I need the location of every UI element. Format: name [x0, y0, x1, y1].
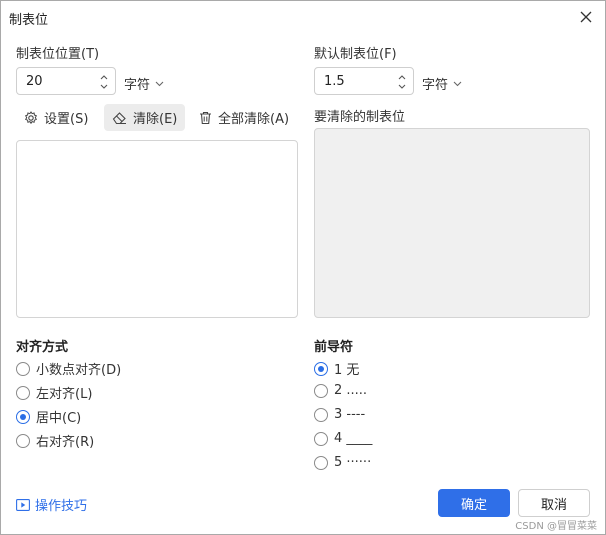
chevron-down-icon	[453, 81, 462, 86]
tab-position-unit: 字符	[124, 78, 151, 93]
leader-option-label: 5 ······	[334, 455, 372, 470]
spinner-arrows-icon[interactable]	[99, 71, 109, 93]
leader-option-underline[interactable]: 4 ____	[314, 431, 372, 446]
tab-position-value[interactable]: 20	[26, 74, 43, 89]
ok-button[interactable]: 确定	[438, 489, 510, 517]
set-button-label: 设置(S)	[44, 112, 89, 127]
chevron-down-icon	[155, 81, 164, 86]
leader-option-middle-dots[interactable]: 5 ······	[314, 455, 371, 470]
default-tab-label: 默认制表位(F)	[314, 47, 397, 62]
alignment-option-left[interactable]: 左对齐(L)	[16, 383, 92, 402]
clear-all-button-label: 全部清除(A)	[218, 112, 290, 127]
close-icon	[580, 11, 592, 23]
clear-button-label: 清除(E)	[133, 112, 178, 127]
alignment-title: 对齐方式	[16, 340, 69, 355]
tab-position-spinner[interactable]: 20	[16, 67, 116, 95]
leader-option-dashes[interactable]: 3 ----	[314, 407, 365, 422]
leader-option-label: 4 ____	[334, 431, 373, 446]
spinner-arrows-icon[interactable]	[397, 71, 407, 93]
clear-button[interactable]: 清除(E)	[104, 104, 186, 131]
watermark: CSDN @冒冒菜菜	[515, 521, 597, 532]
alignment-option-right[interactable]: 右对齐(R)	[16, 431, 94, 450]
tab-stops-dialog: 制表位 制表位位置(T) 20 字符 设置(S) 清除(E) 全部清除(A) 默…	[0, 0, 606, 535]
leader-title: 前导符	[314, 340, 354, 355]
to-clear-list	[314, 128, 590, 318]
play-video-icon	[16, 498, 30, 511]
leader-option-label: 1 无	[334, 363, 360, 378]
alignment-option-label: 小数点对齐(D)	[36, 363, 122, 378]
alignment-option-label: 居中(C)	[36, 411, 82, 426]
default-tab-unit: 字符	[422, 78, 449, 93]
radio-circle[interactable]	[16, 433, 30, 448]
set-button[interactable]: 设置(S)	[16, 104, 96, 131]
tab-position-unit-dropdown[interactable]: 字符	[124, 74, 164, 93]
radio-circle[interactable]	[314, 455, 328, 470]
radio-circle-selected[interactable]	[314, 361, 328, 376]
alignment-option-center[interactable]: 居中(C)	[16, 407, 81, 426]
radio-circle[interactable]	[314, 383, 328, 398]
tips-link-label: 操作技巧	[35, 499, 88, 514]
default-tab-unit-dropdown[interactable]: 字符	[422, 74, 462, 93]
tab-position-label: 制表位位置(T)	[16, 47, 100, 62]
tips-link[interactable]: 操作技巧	[16, 495, 87, 514]
alignment-option-label: 左对齐(L)	[36, 387, 93, 402]
tab-stop-list[interactable]	[16, 140, 298, 318]
gear-icon	[24, 110, 38, 124]
radio-circle[interactable]	[314, 431, 328, 446]
radio-circle[interactable]	[16, 385, 30, 400]
trash-icon	[200, 111, 211, 124]
title-bar: 制表位	[1, 1, 605, 33]
eraser-icon	[112, 111, 126, 124]
leader-option-label: 3 ----	[334, 407, 366, 422]
alignment-option-decimal[interactable]: 小数点对齐(D)	[16, 359, 121, 378]
leader-option-label: 2 .....	[334, 383, 368, 398]
alignment-option-label: 右对齐(R)	[36, 435, 95, 450]
radio-circle[interactable]	[16, 361, 30, 376]
default-tab-spinner[interactable]: 1.5	[314, 67, 414, 95]
leader-option-none[interactable]: 1 无	[314, 359, 359, 378]
dialog-title: 制表位	[9, 13, 49, 28]
default-tab-value[interactable]: 1.5	[324, 74, 345, 89]
clear-all-button[interactable]: 全部清除(A)	[191, 104, 297, 131]
to-clear-label: 要清除的制表位	[314, 110, 406, 125]
leader-option-dots[interactable]: 2 .....	[314, 383, 367, 398]
cancel-button[interactable]: 取消	[518, 489, 590, 517]
close-button[interactable]	[573, 5, 599, 29]
radio-circle-selected[interactable]	[16, 409, 30, 424]
radio-circle[interactable]	[314, 407, 328, 422]
